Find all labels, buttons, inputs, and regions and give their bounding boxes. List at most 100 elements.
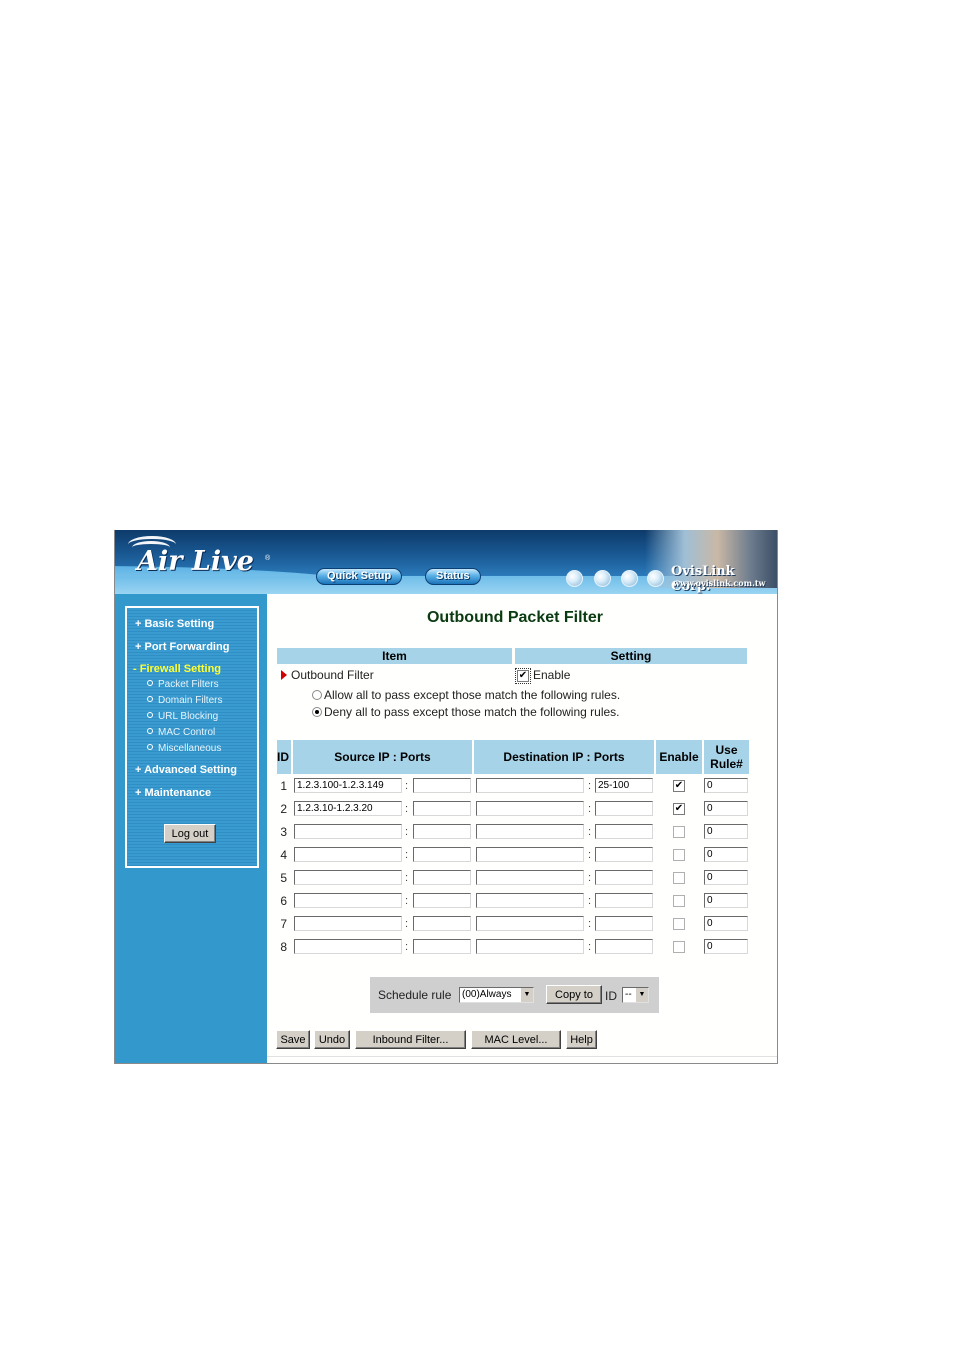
separator: : (405, 941, 409, 953)
separator: : (588, 872, 592, 884)
destination-ip-input[interactable] (476, 847, 584, 862)
status-button[interactable]: Status (425, 568, 481, 585)
sidebar-subitem-label: Domain Filters (158, 695, 223, 706)
destination-ip-input[interactable] (476, 824, 584, 839)
sidebar-item-port-forwarding[interactable]: + Port Forwarding (135, 641, 229, 653)
rule-enable-checkbox[interactable] (673, 918, 685, 930)
use-rule-input[interactable]: 0 (704, 916, 748, 931)
source-ip-input[interactable]: 1.2.3.100-1.2.3.149 (294, 778, 402, 793)
globe-icon[interactable] (566, 570, 583, 587)
item-column-header: Item (277, 648, 512, 664)
separator: : (588, 849, 592, 861)
destination-port-input[interactable] (595, 801, 653, 816)
source-port-input[interactable] (413, 893, 471, 908)
inbound-filter-button[interactable]: Inbound Filter... (355, 1030, 466, 1049)
destination-ip-input[interactable] (476, 801, 584, 816)
chevron-down-icon: ▼ (520, 988, 533, 1002)
separator: : (405, 780, 409, 792)
rule-enable-checkbox[interactable] (673, 895, 685, 907)
globe-icon[interactable] (647, 570, 664, 587)
source-port-input[interactable] (413, 870, 471, 885)
destination-port-input[interactable] (595, 893, 653, 908)
source-ip-input[interactable] (294, 916, 402, 931)
use-rule-input[interactable]: 0 (704, 870, 748, 885)
registered-mark: ® (265, 555, 271, 562)
rule-id: 2 (280, 802, 287, 816)
quick-setup-button[interactable]: Quick Setup (316, 568, 403, 585)
source-ip-input[interactable] (294, 893, 402, 908)
deny-all-radio[interactable] (312, 707, 322, 717)
rule-id: 8 (280, 940, 287, 954)
save-button[interactable]: Save (276, 1030, 310, 1049)
destination-port-input[interactable]: 25-100 (595, 778, 653, 793)
use-rule-input[interactable]: 0 (704, 847, 748, 862)
separator: : (405, 826, 409, 838)
sidebar-subitem-domain-filters[interactable]: Domain Filters (147, 695, 222, 706)
sidebar-subitem-miscellaneous[interactable]: Miscellaneous (147, 743, 221, 754)
globe-icon[interactable] (621, 570, 638, 587)
rule-enable-checkbox[interactable]: ✔ (673, 780, 685, 792)
source-port-input[interactable] (413, 916, 471, 931)
destination-ip-input[interactable] (476, 870, 584, 885)
rule-enable-checkbox[interactable] (673, 872, 685, 884)
undo-button[interactable]: Undo (314, 1030, 350, 1049)
outbound-filter-enable-checkbox[interactable]: ✔ (515, 668, 531, 684)
mac-level-button[interactable]: MAC Level... (471, 1030, 561, 1049)
bullet-icon (147, 680, 153, 687)
use-rule-input[interactable]: 0 (704, 893, 748, 908)
use-rule-input[interactable]: 0 (704, 939, 748, 954)
destination-ip-input[interactable] (476, 939, 584, 954)
destination-ip-input[interactable] (476, 893, 584, 908)
rule-id: 3 (280, 825, 287, 839)
separator: : (405, 803, 409, 815)
rule-id: 4 (280, 848, 287, 862)
logout-button[interactable]: Log out (164, 824, 216, 843)
allow-all-label: Allow all to pass except those match the… (324, 688, 621, 702)
rule-enable-checkbox[interactable] (673, 941, 685, 953)
source-port-input[interactable] (413, 847, 471, 862)
page-title: Outbound Packet Filter (426, 609, 603, 626)
sidebar-item-advanced-setting[interactable]: + Advanced Setting (135, 764, 237, 776)
copy-id-select[interactable]: -- ▼ (622, 987, 649, 1003)
sidebar: + Basic Setting + Port Forwarding - Fire… (115, 594, 267, 1063)
source-ip-input[interactable]: 1.2.3.10-1.2.3.20 (294, 801, 402, 816)
help-button[interactable]: Help (566, 1030, 597, 1049)
arrow-right-icon (281, 670, 287, 680)
source-port-input[interactable] (413, 801, 471, 816)
use-rule-input[interactable]: 0 (704, 801, 748, 816)
rule-enable-checkbox[interactable] (673, 849, 685, 861)
source-port-input[interactable] (413, 778, 471, 793)
copy-id-value: -- (625, 989, 632, 1000)
use-rule-input[interactable]: 0 (704, 824, 748, 839)
destination-port-input[interactable] (595, 824, 653, 839)
separator: : (588, 918, 592, 930)
schedule-rule-select[interactable]: (00)Always ▼ (459, 987, 534, 1003)
destination-port-input[interactable] (595, 939, 653, 954)
source-ip-input[interactable] (294, 824, 402, 839)
rule-enable-checkbox[interactable] (673, 826, 685, 838)
sidebar-subitem-mac-control[interactable]: MAC Control (147, 727, 215, 738)
sidebar-subitem-label: Packet Filters (158, 679, 219, 690)
destination-ip-input[interactable] (476, 916, 584, 931)
sidebar-item-firewall-setting[interactable]: - Firewall Setting (133, 663, 221, 675)
destination-ip-input[interactable] (476, 778, 584, 793)
sidebar-item-basic-setting[interactable]: + Basic Setting (135, 618, 214, 630)
sidebar-subitem-packet-filters[interactable]: Packet Filters (147, 679, 219, 690)
sidebar-item-maintenance[interactable]: + Maintenance (135, 787, 211, 799)
rule-enable-checkbox[interactable]: ✔ (673, 803, 685, 815)
destination-port-input[interactable] (595, 916, 653, 931)
source-ip-input[interactable] (294, 847, 402, 862)
allow-all-radio[interactable] (312, 690, 322, 700)
destination-port-input[interactable] (595, 870, 653, 885)
separator: : (588, 780, 592, 792)
globe-icon[interactable] (594, 570, 611, 587)
source-ip-input[interactable] (294, 939, 402, 954)
copy-to-button[interactable]: Copy to (546, 985, 602, 1004)
source-port-input[interactable] (413, 824, 471, 839)
sidebar-subitem-url-blocking[interactable]: URL Blocking (147, 711, 218, 722)
destination-port-input[interactable] (595, 847, 653, 862)
airlive-logo: Air Live (137, 546, 254, 577)
source-port-input[interactable] (413, 939, 471, 954)
source-ip-input[interactable] (294, 870, 402, 885)
use-rule-input[interactable]: 0 (704, 778, 748, 793)
